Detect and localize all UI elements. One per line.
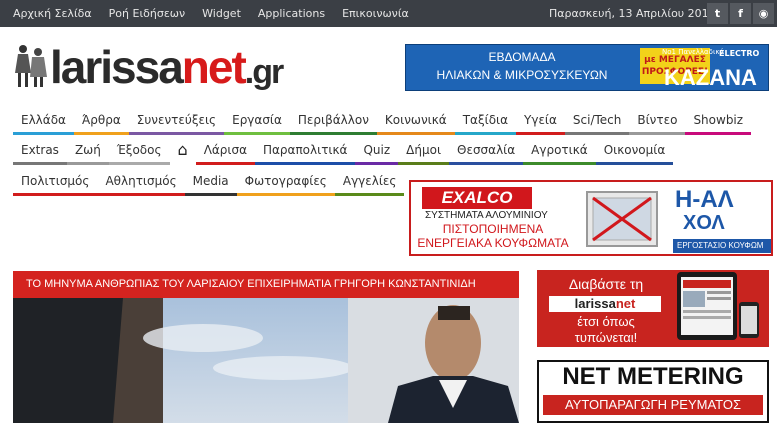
- site-logo[interactable]: larissanet.gr: [14, 41, 299, 93]
- logo-figures-icon: [15, 45, 47, 87]
- top-link-home[interactable]: Αρχική Σελίδα: [13, 7, 92, 20]
- nav-item-koinonika[interactable]: Κοινωνικά: [376, 107, 455, 135]
- nav-item-oikonomia[interactable]: Οικονομία: [595, 137, 674, 165]
- rss-icon[interactable]: ◉: [753, 3, 774, 24]
- exalco-logo: EXALCO: [422, 187, 532, 209]
- nav-item-zoi[interactable]: Ζωή: [66, 137, 109, 165]
- epaper-brand-a: larissa: [574, 296, 616, 311]
- facebook-icon[interactable]: f: [730, 3, 751, 24]
- nav-item-dimoi[interactable]: Δήμοι: [398, 137, 450, 165]
- kazana-ad-banner[interactable]: ΕΒΔΟΜΑΔΑ ΗΛΙΑΚΩΝ & ΜΙΚΡΟΣΥΣΚΕΥΩΝ με ΜΕΓΑ…: [405, 44, 769, 91]
- top-link-contact[interactable]: Επικοινωνία: [342, 7, 409, 20]
- nav-item-exodos[interactable]: Έξοδος: [108, 137, 170, 165]
- nav-item-video[interactable]: Βίντεο: [629, 107, 686, 135]
- nav-item-larisa[interactable]: Λάρισα: [195, 137, 255, 165]
- exalco-subtitle: ΣΥΣΤΗΜΑΤΑ ΑΛΟΥΜΙΝΙΟΥ: [425, 210, 548, 221]
- nav-item-parapolitika[interactable]: Παραπολιτικά: [255, 137, 356, 165]
- nav-item-extras[interactable]: Extras: [13, 137, 67, 165]
- current-date: Παρασκευή, 13 Απριλίου 2018: [549, 7, 716, 20]
- epaper-line3: έτσι όπως: [577, 314, 635, 329]
- nav-item-politismos[interactable]: Πολιτισμός: [13, 168, 98, 196]
- ad-top-brand: ΚΑΖΑΝΑ: [664, 65, 757, 90]
- epaper-brand: larissanet: [549, 296, 661, 312]
- nav-row-3: Πολιτισμός Αθλητισμός Media Φωτογραφίες …: [13, 168, 405, 196]
- twitter-icon[interactable]: t: [707, 3, 728, 24]
- featured-photo[interactable]: [13, 298, 519, 423]
- nav-item-showbiz[interactable]: Showbiz: [685, 107, 752, 135]
- nav-item-perivallon[interactable]: Περιβάλλον: [289, 107, 377, 135]
- top-bar: Αρχική Σελίδα Ροή Ειδήσεων Widget Applic…: [0, 0, 777, 27]
- epaper-line4: τυπώνεται!: [574, 330, 638, 345]
- ad-mid-heading3: ΕΡΓΟΣΤΑΣΙΟ ΚΟΥΦΩΜ: [673, 239, 771, 253]
- nav-item-agrotika[interactable]: Αγροτικά: [523, 137, 596, 165]
- exalco-line1: ΠΙΣΤΟΠΟΙΗΜΕΝΑ: [442, 222, 544, 236]
- nav-item-aggelies[interactable]: Αγγελίες: [334, 168, 405, 196]
- epaper-ad-banner[interactable]: Διαβάστε τη larissanet έτσι όπως τυπώνετ…: [537, 270, 769, 347]
- ad-top-line2: ΗΛΙΑΚΩΝ & ΜΙΚΡΟΣΥΣΚΕΥΩΝ: [436, 68, 608, 82]
- nav-row-1: Ελλάδα Άρθρα Συνεντεύξεις Εργασία Περιβά…: [13, 107, 752, 135]
- top-link-news-feed[interactable]: Ροή Ειδήσεων: [109, 7, 185, 20]
- ad-mid-heading1: Η-ΑΛ: [675, 186, 734, 213]
- net-metering-subtitle: ΑΥΤΟΠΑΡΑΓΩΓΗ ΡΕΥΜΑΤΟΣ: [543, 395, 763, 415]
- top-link-applications[interactable]: Applications: [258, 7, 325, 20]
- nav-item-ellada[interactable]: Ελλάδα: [13, 107, 74, 135]
- home-icon[interactable]: ⌂: [170, 137, 196, 165]
- nav-item-ergasia[interactable]: Εργασία: [224, 107, 290, 135]
- net-metering-ad-banner[interactable]: NET METERING ΑΥΤΟΠΑΡΑΓΩΓΗ ΡΕΥΜΑΤΟΣ: [537, 360, 769, 423]
- logo-part-net: net: [181, 41, 247, 93]
- nav-item-taxidia[interactable]: Ταξίδια: [454, 107, 517, 135]
- ad-top-electro: ELECTRO: [719, 49, 760, 58]
- nav-item-media[interactable]: Media: [184, 168, 237, 196]
- nav-item-fotografies[interactable]: Φωτογραφίες: [236, 168, 335, 196]
- tablet-icon: [677, 272, 759, 340]
- nav-row-2: Extras Ζωή Έξοδος ⌂ Λάρισα Παραπολιτικά …: [13, 137, 674, 165]
- top-nav: Αρχική Σελίδα Ροή Ειδήσεων Widget Applic…: [13, 7, 426, 20]
- nav-item-thessalia[interactable]: Θεσσαλία: [449, 137, 524, 165]
- featured-headline[interactable]: ΤΟ ΜΗΝΥΜΑ ΑΝΘΡΩΠΙΑΣ ΤΟΥ ΛΑΡΙΣΑΙΟΥ ΕΠΙΧΕΙ…: [13, 271, 519, 298]
- logo-part-gr: .gr: [244, 53, 284, 91]
- epaper-line1: Διαβάστε τη: [568, 276, 644, 292]
- net-metering-title: NET METERING: [562, 363, 744, 390]
- nav-item-ygeia[interactable]: Υγεία: [516, 107, 565, 135]
- ad-mid-heading2: ΧΟΛ: [683, 212, 725, 234]
- nav-item-synenteykseis[interactable]: Συνεντεύξεις: [128, 107, 225, 135]
- exalco-line2: ΕΝΕΡΓΕΙΑΚΑ ΚΟΥΦΩΜΑΤΑ: [417, 236, 569, 250]
- epaper-brand-b: net: [615, 296, 636, 311]
- window-frame-icon: [586, 191, 658, 247]
- exalco-ad-banner[interactable]: EXALCO ΣΥΣΤΗΜΑΤΑ ΑΛΟΥΜΙΝΙΟΥ ΠΙΣΤΟΠΟΙΗΜΕΝ…: [409, 180, 773, 256]
- nav-item-scitech[interactable]: Sci/Tech: [564, 107, 630, 135]
- logo-part-larissa: larissa: [50, 41, 184, 93]
- nav-item-quiz[interactable]: Quiz: [355, 137, 399, 165]
- logo-wordmark: larissanet.gr: [50, 41, 284, 98]
- ad-top-line1: ΕΒΔΟΜΑΔΑ: [488, 50, 556, 64]
- top-link-widget[interactable]: Widget: [202, 7, 241, 20]
- ad-top-no1: Νο1 Πανελλαδικά: [662, 48, 725, 56]
- nav-item-arthra[interactable]: Άρθρα: [73, 107, 129, 135]
- nav-item-athlitismos[interactable]: Αθλητισμός: [97, 168, 185, 196]
